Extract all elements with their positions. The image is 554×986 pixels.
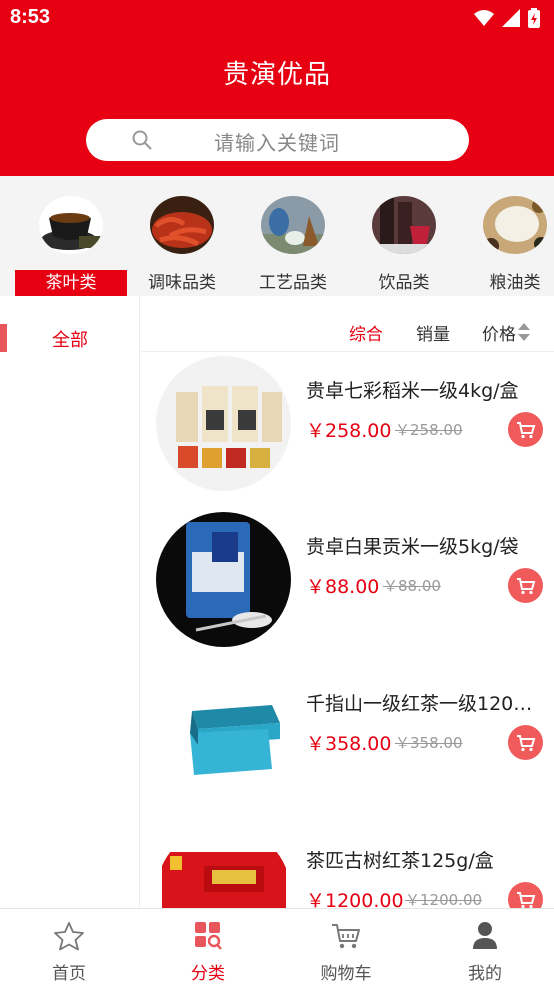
tab-home[interactable]: 首页 xyxy=(0,909,138,986)
product-price: ￥1200.00 xyxy=(306,890,404,908)
sort-comprehensive-button[interactable]: 综合 xyxy=(349,320,383,345)
bottom-tab-bar: 首页 分类 购物车 我的 xyxy=(0,908,554,986)
product-original-price: ￥1200.00 xyxy=(405,891,483,908)
category-grain-oil[interactable]: 粮油类 xyxy=(459,176,554,296)
category-strip[interactable]: 茶叶类 调味品类 工艺品类 饮品类 粮油类 xyxy=(0,176,554,296)
category-seasoning[interactable]: 调味品类 xyxy=(126,176,238,296)
product-price: ￥258.00 xyxy=(306,420,392,442)
tab-label: 购物车 xyxy=(320,964,372,984)
product-name: 贵卓白果贡米一级5kg/袋 xyxy=(306,536,519,558)
product-image[interactable] xyxy=(156,356,291,491)
category-label: 工艺品类 xyxy=(259,273,327,293)
category-image-seasoning xyxy=(150,196,214,254)
product-image[interactable] xyxy=(156,512,291,647)
product-item[interactable]: 茶匹古树红茶125g/盒 ￥1200.00 ￥1200.00 xyxy=(141,826,554,908)
product-image[interactable] xyxy=(156,826,291,908)
cart-icon xyxy=(516,734,535,751)
tab-label: 分类 xyxy=(191,964,225,984)
person-icon xyxy=(473,922,497,949)
add-to-cart-button[interactable] xyxy=(508,568,543,603)
add-to-cart-button[interactable] xyxy=(508,412,543,447)
sort-sales-button[interactable]: 销量 xyxy=(416,320,450,345)
cart-icon xyxy=(516,421,535,438)
category-image-crafts xyxy=(261,196,325,254)
product-price: ￥358.00 xyxy=(306,733,392,755)
category-label: 调味品类 xyxy=(148,273,216,293)
product-name: 茶匹古树红茶125g/盒 xyxy=(306,850,494,872)
app-title: 贵演优品 xyxy=(222,60,331,90)
category-drinks[interactable]: 饮品类 xyxy=(348,176,460,296)
cart-icon xyxy=(516,891,535,908)
category-image-drinks xyxy=(372,196,436,254)
search-icon xyxy=(132,130,152,150)
category-crafts[interactable]: 工艺品类 xyxy=(237,176,349,296)
sort-arrows-icon[interactable] xyxy=(517,322,531,342)
sort-price-button[interactable]: 价格 xyxy=(482,320,516,345)
add-to-cart-button[interactable] xyxy=(508,725,543,760)
product-original-price: ￥88.00 xyxy=(383,577,441,595)
sidebar-item-all[interactable]: 全部 xyxy=(0,318,140,358)
add-to-cart-button[interactable] xyxy=(508,882,543,908)
cart-icon xyxy=(516,577,535,594)
category-image-tea xyxy=(39,196,103,254)
category-label: 茶叶类 xyxy=(15,270,127,296)
tab-category[interactable]: 分类 xyxy=(139,909,277,986)
tab-label: 首页 xyxy=(52,964,86,984)
tab-cart[interactable]: 购物车 xyxy=(277,909,415,986)
star-icon xyxy=(54,922,84,951)
product-original-price: ￥258.00 xyxy=(395,421,463,439)
category-label: 饮品类 xyxy=(378,273,430,293)
status-icons xyxy=(474,8,540,28)
category-label: 粮油类 xyxy=(489,273,541,293)
tab-mine[interactable]: 我的 xyxy=(416,909,554,986)
product-item[interactable]: 千指山一级红茶一级120… ￥358.00 ￥358.00 xyxy=(141,669,554,825)
category-grid-icon xyxy=(195,922,222,950)
search-input[interactable]: 请输入关键词 xyxy=(214,127,340,156)
product-item[interactable]: 贵卓七彩稻米一级4kg/盒 ￥258.00 ￥258.00 xyxy=(141,356,554,512)
sort-bar: 综合 销量 价格 xyxy=(141,296,554,352)
tab-label: 我的 xyxy=(468,964,502,984)
cart-icon xyxy=(332,924,360,949)
battery-icon xyxy=(528,8,540,28)
search-bar[interactable]: 请输入关键词 xyxy=(86,119,469,161)
header: 8:53 贵演优品 请输入关键词 xyxy=(0,0,554,176)
category-tea[interactable]: 茶叶类 xyxy=(15,176,127,296)
sidebar: 全部 xyxy=(0,296,140,910)
product-item[interactable]: 贵卓白果贡米一级5kg/袋 ￥88.00 ￥88.00 xyxy=(141,512,554,668)
product-name: 贵卓七彩稻米一级4kg/盒 xyxy=(306,380,519,402)
category-image-grain-oil xyxy=(483,196,547,254)
wifi-icon xyxy=(474,10,494,26)
product-price: ￥88.00 xyxy=(306,576,380,598)
status-time: 8:53 xyxy=(10,6,51,28)
status-bar: 8:53 xyxy=(0,0,554,38)
signal-icon xyxy=(502,9,520,27)
sidebar-item-label: 全部 xyxy=(52,330,88,351)
product-original-price: ￥358.00 xyxy=(395,734,463,752)
product-name: 千指山一级红茶一级120… xyxy=(306,693,533,715)
product-image[interactable] xyxy=(156,669,291,804)
